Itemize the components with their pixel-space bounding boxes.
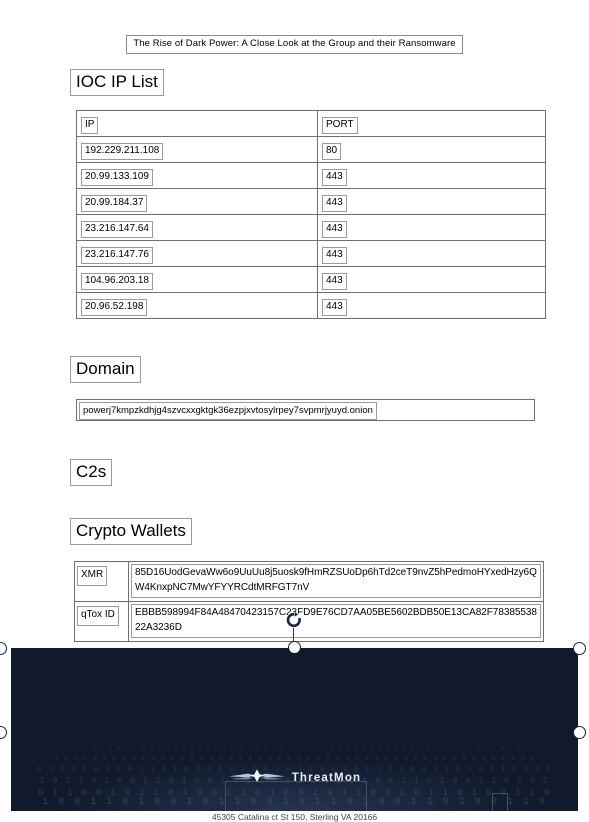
cell-port-value: 443 [322, 194, 347, 212]
cell-port-value: 80 [322, 142, 342, 160]
table-cell: 443 [317, 188, 546, 215]
section-heading-crypto-wallets: Crypto Wallets [70, 518, 192, 545]
domain-value: powerj7kmpzkdhjg4szvcxxgktgk36ezpjxvtosy… [79, 402, 377, 420]
cell-port-value: 443 [322, 298, 347, 316]
threatmon-logo: ThreatMon [11, 768, 578, 788]
cell-ip-value: 23.216.147.64 [81, 220, 153, 238]
selection-handle-top-right[interactable] [573, 642, 586, 655]
table-row: 104.96.203.18 443 [76, 266, 546, 293]
table-row: 23.216.147.76 443 [76, 240, 546, 267]
image-resize-handle-top[interactable] [288, 641, 301, 654]
table-row: 192.229.211.108 80 [76, 136, 546, 163]
table-cell: 192.229.211.108 [76, 136, 318, 163]
cell-ip-value: 192.229.211.108 [81, 142, 164, 160]
cell-ip-value: 20.99.184.37 [81, 194, 148, 212]
table-row: 20.96.52.198 443 [76, 292, 546, 319]
table-cell: 443 [317, 214, 546, 241]
table-cell: 443 [317, 240, 546, 267]
domain-row: powerj7kmpzkdhjg4szvcxxgktgk36ezpjxvtosy… [76, 399, 535, 421]
table-cell: 443 [317, 162, 546, 189]
document-title-wrapper: The Rise of Dark Power: A Close Look at … [0, 33, 589, 54]
refresh-icon[interactable] [285, 611, 303, 629]
cell-port-value: 443 [322, 246, 347, 264]
wallet-value-cell: EBBB598994F84A48470423157C23FD9E76CD7AA0… [128, 601, 544, 642]
table-cell: PORT [317, 110, 546, 137]
table-cell: 443 [317, 292, 546, 319]
wallet-label: XMR [77, 566, 108, 586]
wallet-row: XMR 85D16UodGevaWw6o9UuUu8j5uosk9fHmRZSUo… [74, 561, 544, 602]
wallet-address: 85D16UodGevaWw6o9UuUu8j5uosk9fHmRZSUoDp6… [131, 564, 541, 598]
wallet-label: qTox ID [77, 606, 119, 626]
table-cell: 20.99.184.37 [76, 188, 318, 215]
table-row: 23.216.147.64 443 [76, 214, 546, 241]
table-row: 20.99.133.109 443 [76, 162, 546, 189]
document-title: The Rise of Dark Power: A Close Look at … [126, 35, 463, 54]
wallet-address: EBBB598994F84A48470423157C23FD9E76CD7AA0… [131, 604, 541, 638]
cell-ip-value: 20.99.133.109 [81, 168, 153, 186]
binary-row: 1 1 0 0 1 0 1 1 0 1 0 0 1 1 0 1 0 0 1 0 … [53, 755, 536, 763]
selection-handle-middle-left[interactable] [0, 726, 7, 739]
column-header-port: PORT [322, 116, 358, 134]
table-cell: 80 [317, 136, 546, 163]
table-cell: 20.99.133.109 [76, 162, 318, 189]
table-cell: 23.216.147.76 [76, 240, 318, 267]
selection-handle-middle-right[interactable] [573, 726, 586, 739]
table-cell: IP [76, 110, 318, 137]
threatmon-footer-image[interactable]: 1 0 1 1 0 0 1 0 1 1 1 0 0 1 0 1 1 0 0 1 … [11, 648, 578, 811]
document-page: The Rise of Dark Power: A Close Look at … [0, 0, 589, 822]
handle-stem [293, 628, 294, 642]
cell-ip-value: 23.216.147.76 [81, 246, 153, 264]
footer-frame-right [492, 793, 508, 811]
crypto-wallets-table: XMR 85D16UodGevaWw6o9UuUu8j5uosk9fHmRZSUo… [74, 561, 544, 642]
footer-address: 45305 Catalina ct St 150, Sterling VA 20… [211, 812, 378, 822]
ioc-ip-table: IP PORT 192.229.211.108 80 20.99.133.109 443 2… [76, 110, 546, 319]
binary-row: 0 1 1 0 1 0 0 1 1 0 1 1 0 0 1 0 1 1 0 1 … [67, 744, 522, 752]
wings-emblem-icon [228, 768, 286, 788]
wallet-label-cell: qTox ID [74, 601, 129, 642]
selection-handle-top-left[interactable] [0, 642, 7, 655]
table-cell: 104.96.203.18 [76, 266, 318, 293]
section-heading-domain: Domain [70, 356, 141, 383]
table-row: 20.99.184.37 443 [76, 188, 546, 215]
cell-port-value: 443 [322, 168, 347, 186]
table-cell: 443 [317, 266, 546, 293]
cell-port-value: 443 [322, 220, 347, 238]
table-cell: 23.216.147.64 [76, 214, 318, 241]
table-header-row: IP PORT [76, 110, 546, 137]
column-header-ip: IP [81, 116, 99, 134]
section-heading-c2s: C2s [70, 459, 113, 486]
cell-port-value: 443 [322, 272, 347, 290]
cell-ip-value: 104.96.203.18 [81, 272, 153, 290]
wallet-value-cell: 85D16UodGevaWw6o9UuUu8j5uosk9fHmRZSUoDp6… [128, 561, 544, 602]
table-cell: 20.96.52.198 [76, 292, 318, 319]
section-heading-ioc-ip-list: IOC IP List [70, 69, 164, 96]
wallet-row: qTox ID EBBB598994F84A48470423157C23FD9E7… [74, 601, 544, 642]
binary-row: 1 0 1 1 0 0 1 0 1 1 1 0 0 1 0 1 1 0 0 1 … [98, 734, 491, 740]
cell-ip-value: 20.96.52.198 [81, 298, 148, 316]
threatmon-wordmark: ThreatMon [291, 772, 362, 784]
wallet-label-cell: XMR [74, 561, 129, 602]
